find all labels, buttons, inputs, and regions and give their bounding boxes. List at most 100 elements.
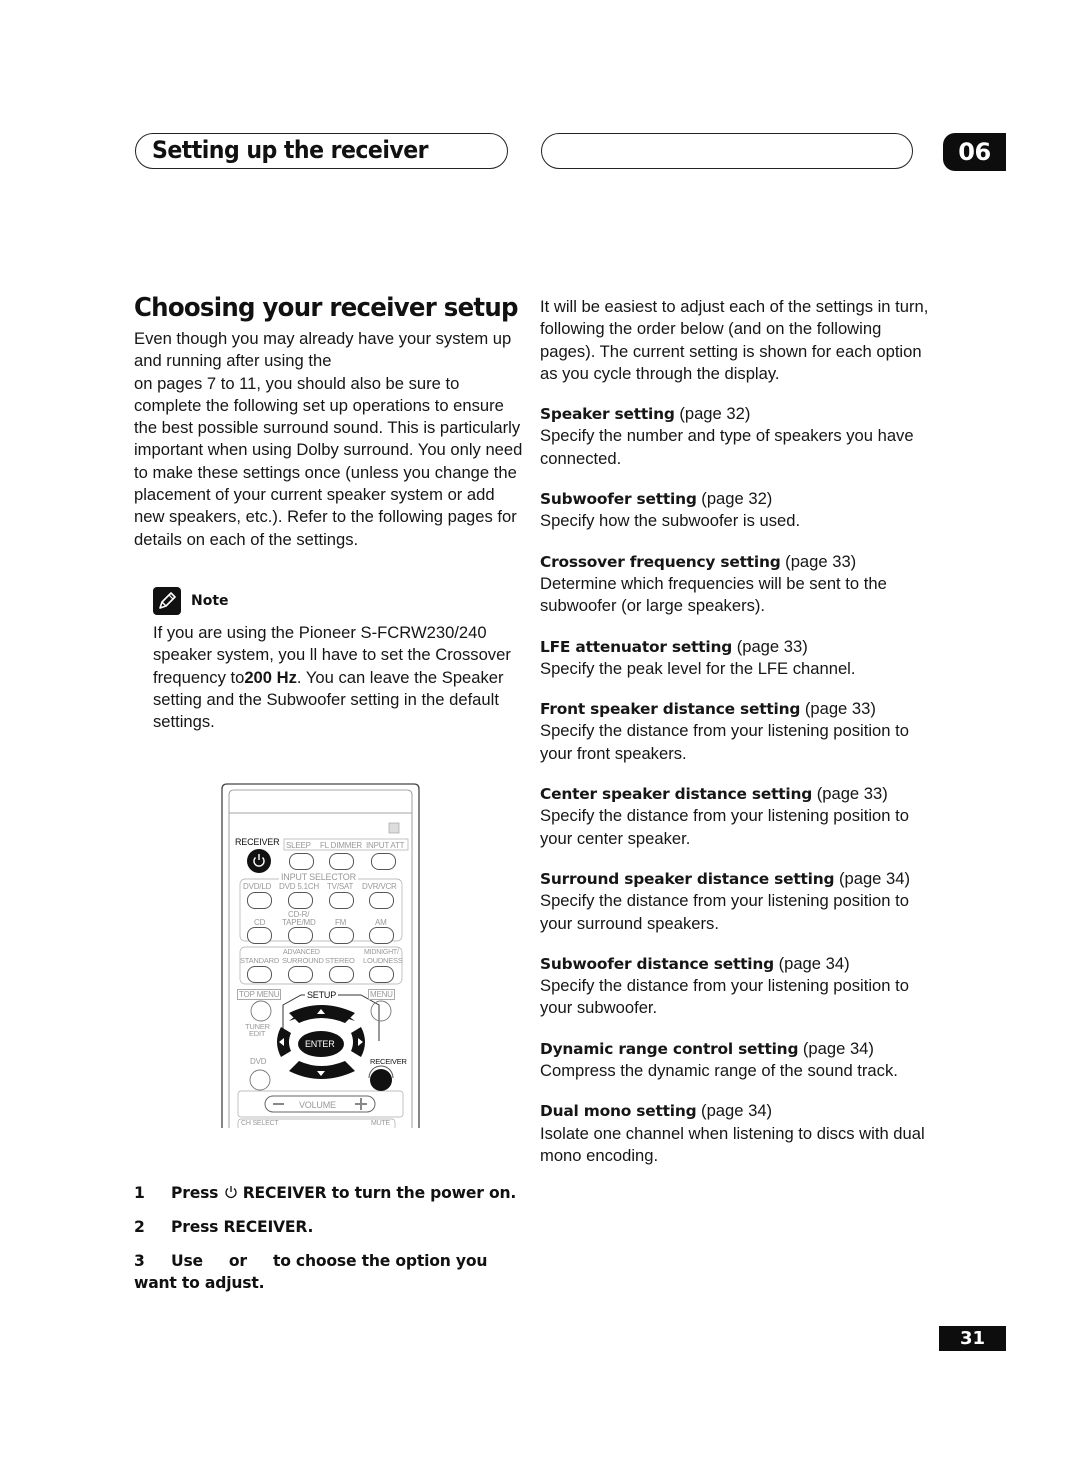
remote-label-dvd-51ch: DVD 5.1CH <box>279 882 319 891</box>
setting-page-ref: (page 34) <box>701 1101 773 1121</box>
remote-label-ch-select: CH SELECT <box>241 1120 279 1127</box>
setting-item: Subwoofer setting (page 32) Specify how t… <box>540 488 930 533</box>
remote-label-input-selector: INPUT SELECTOR <box>279 872 358 882</box>
intro-paragraph: Even though you may already have your sy… <box>134 328 526 551</box>
pencil-icon <box>153 587 181 615</box>
setting-item: Front speaker distance setting (page 33)… <box>540 698 930 765</box>
setting-page-ref: (page 32) <box>679 404 751 424</box>
setting-item: Center speaker distance setting (page 33… <box>540 783 930 850</box>
remote-label-mute: MUTE <box>371 1120 391 1127</box>
setting-page-ref: (page 33) <box>736 636 808 656</box>
remote-label-fm: FM <box>335 918 347 927</box>
remote-label-dvd: DVD <box>250 1057 267 1066</box>
step-1: 1 Press RECEIVER to turn the power on. <box>134 1182 529 1204</box>
sleep-button[interactable] <box>289 853 314 870</box>
section-title: Choosing your receiver setup <box>134 293 518 323</box>
setting-description: Compress the dynamic range of the sound … <box>540 1061 898 1081</box>
step-number: 1 <box>134 1184 145 1202</box>
setting-description: Specify the distance from your listening… <box>540 721 909 763</box>
setting-description: Isolate one channel when listening to di… <box>540 1123 925 1165</box>
setting-title: Center speaker distance setting <box>540 785 813 804</box>
step-text: or <box>228 1252 247 1270</box>
dvr-vcr-button[interactable] <box>369 892 394 909</box>
intro-line-2: on pages 7 to 11, you should also be sur… <box>134 373 523 549</box>
remote-label-tv-sat: TV/SAT <box>327 882 354 891</box>
remote-label-standard: STANDARD <box>240 956 280 965</box>
dvd-51ch-button[interactable] <box>288 892 313 909</box>
midnight-loudness-button[interactable] <box>369 966 394 983</box>
setting-description: Specify the number and type of speakers … <box>540 426 914 468</box>
chapter-number-tab: 06 <box>943 133 1006 171</box>
remote-label-sleep: SLEEP <box>286 841 311 850</box>
input-att-button[interactable] <box>371 853 396 870</box>
setting-title: Subwoofer setting <box>540 490 697 509</box>
tv-sat-button[interactable] <box>329 892 354 909</box>
remote-label-input-att: INPUT ATT <box>366 841 405 850</box>
setting-description: Determine which frequencies will be sent… <box>540 573 887 616</box>
settings-intro: It will be easiest to adjust each of the… <box>540 297 929 383</box>
setting-title: Crossover frequency setting <box>540 552 781 571</box>
remote-label-cdr-2: TAPE/MD <box>282 918 316 927</box>
fm-button[interactable] <box>329 927 354 944</box>
setting-title: Dynamic range control setting <box>540 1039 799 1058</box>
remote-label-am: AM <box>375 918 387 927</box>
step-text: RECEIVER to turn the power on. <box>242 1184 517 1202</box>
setting-title: Dual mono setting <box>540 1102 697 1121</box>
enter-button[interactable]: ENTER <box>305 1039 335 1049</box>
setting-item: Speaker setting (page 32) Specify the num… <box>540 403 930 470</box>
step-number: 2 <box>134 1218 145 1236</box>
setting-item: Dual mono setting (page 34) Isolate one c… <box>540 1100 930 1167</box>
cd-button[interactable] <box>247 927 272 944</box>
dvd-ld-button[interactable] <box>247 892 272 909</box>
setting-description: Specify the distance from your listening… <box>540 891 909 933</box>
power-icon <box>224 1183 238 1199</box>
setting-title: Surround speaker distance setting <box>540 869 835 888</box>
setting-title: Speaker setting <box>540 405 675 424</box>
am-button[interactable] <box>369 927 394 944</box>
remote-label-menu: MENU <box>368 989 395 1000</box>
settings-column: It will be easiest to adjust each of the… <box>540 296 930 1167</box>
step-text: Use <box>171 1252 203 1270</box>
setting-page-ref: (page 34) <box>778 953 850 973</box>
remote-label-midnight-1: MIDNIGHT/ <box>364 949 399 956</box>
step-text: Press <box>171 1184 219 1202</box>
page-number: 31 <box>939 1326 1006 1351</box>
remote-label-advanced-2: SURROUND <box>282 956 324 965</box>
setting-item: Dynamic range control setting (page 34) C… <box>540 1038 930 1083</box>
advanced-surround-button[interactable] <box>288 966 313 983</box>
setting-page-ref: (page 34) <box>838 868 911 888</box>
setting-item: Subwoofer distance setting (page 34) Spec… <box>540 953 930 1020</box>
setting-page-ref: (page 33) <box>816 784 888 804</box>
setting-item: LFE attenuator setting (page 33) Specify … <box>540 636 930 681</box>
remote-label-receiver-bottom: RECEIVER <box>370 1057 407 1066</box>
standard-button[interactable] <box>247 966 272 983</box>
cdr-tape-button[interactable] <box>288 927 313 944</box>
remote-label-tuner-2: EDIT <box>249 1029 266 1038</box>
remote-label-dvr-vcr: DVR/VCR <box>362 882 397 891</box>
setting-description: Specify the peak level for the LFE chann… <box>540 658 856 678</box>
remote-label-advanced-1: ADVANCED <box>283 949 320 956</box>
step-text: Press RECEIVER. <box>171 1218 314 1236</box>
stereo-button[interactable] <box>329 966 354 983</box>
remote-label-dvd-ld: DVD/LD <box>243 882 272 891</box>
setting-page-ref: (page 32) <box>701 489 773 509</box>
note-label: Note <box>191 593 229 609</box>
setting-description: Specify how the subwoofer is used. <box>540 511 801 531</box>
setting-title: Front speaker distance setting <box>540 700 801 719</box>
note-text-bold: 200 Hz <box>244 667 297 687</box>
setting-page-ref: (page 33) <box>785 551 857 571</box>
setting-title: Subwoofer distance setting <box>540 954 774 973</box>
header-section-title: Setting up the receiver <box>152 136 429 164</box>
remote-label-fl-dimmer: FL DIMMER <box>320 841 362 850</box>
setting-description: Specify the distance from your listening… <box>540 976 909 1018</box>
setting-description: Specify the distance from your listening… <box>540 806 909 848</box>
step-2: 2 Press RECEIVER. <box>134 1216 529 1238</box>
settings-list: Speaker setting (page 32) Specify the num… <box>540 403 930 1167</box>
setting-page-ref: (page 34) <box>802 1038 874 1058</box>
note-text: If you are using the Pioneer S-FCRW230/2… <box>153 622 525 733</box>
remote-label-midnight-2: LOUDNESS <box>363 956 403 965</box>
fl-dimmer-button[interactable] <box>329 853 354 870</box>
step-number: 3 <box>134 1252 145 1270</box>
intro-line-1: Even though you may already have your sy… <box>134 329 512 371</box>
header-section-box: Setting up the receiver <box>135 133 508 169</box>
